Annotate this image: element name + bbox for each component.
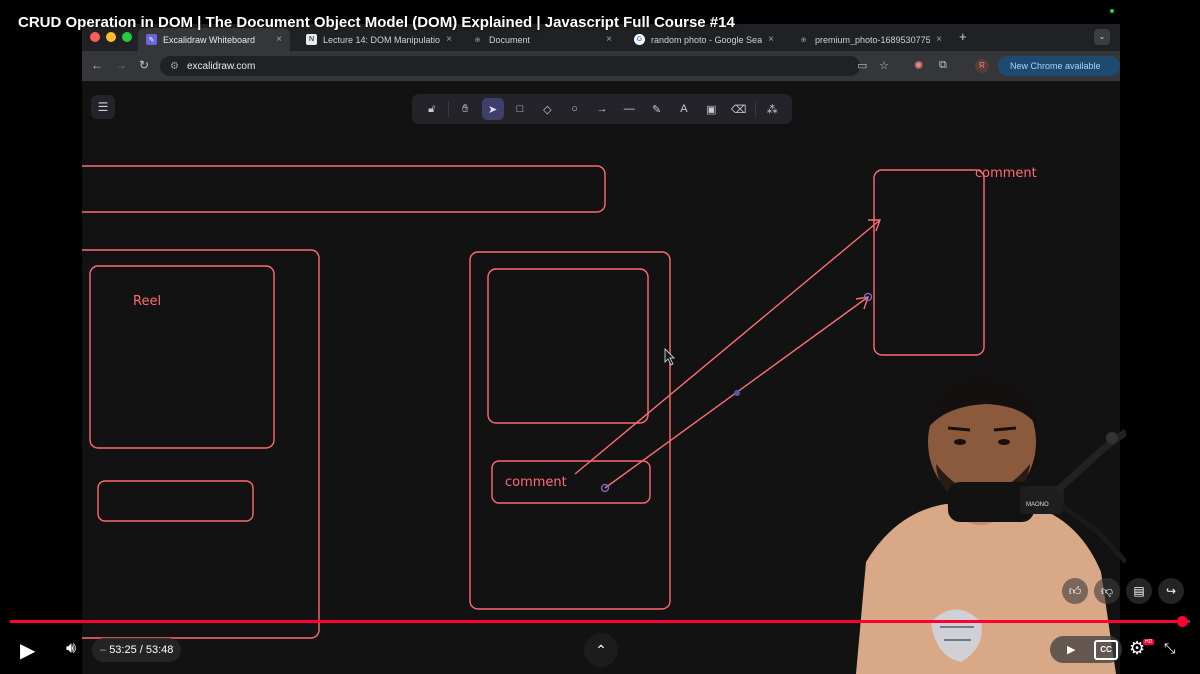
comment-panel-label: comment (975, 166, 1037, 181)
close-icon[interactable]: × (936, 34, 942, 45)
post-panel[interactable] (469, 251, 671, 610)
extensions-puzzle-icon[interactable]: ⧉ (939, 59, 947, 72)
close-window-button[interactable] (90, 32, 100, 42)
share-icon[interactable]: ↪ (1158, 578, 1184, 604)
extension-icon[interactable]: ✺ (914, 59, 923, 72)
progress-bar[interactable] (10, 616, 1190, 627)
feed-panel[interactable] (82, 249, 320, 639)
tab-lecture[interactable]: N Lecture 14: DOM Manipulation × (298, 28, 460, 51)
reel-label: Reel (133, 294, 161, 309)
browser-toolbar: ← → ↻ ⚙ excalidraw.com ▭ ☆ ✺ ⧉ R New Chr… (82, 51, 1120, 91)
chapter-up-icon[interactable]: ⌃ (584, 633, 618, 667)
reload-icon[interactable]: ↻ (139, 58, 149, 72)
close-icon[interactable]: × (606, 34, 612, 45)
close-icon[interactable]: × (446, 34, 452, 45)
comments-icon[interactable]: ▤ (1126, 578, 1152, 604)
status-dot (1110, 9, 1114, 13)
exit-fullscreen-icon[interactable]: ⤡ (1164, 640, 1175, 657)
play-icon[interactable]: ▶ (20, 638, 35, 663)
close-icon[interactable]: × (768, 34, 774, 45)
new-tab-button[interactable]: + (959, 29, 967, 44)
time-display: – 53:25 / 53:48 (92, 638, 182, 662)
google-favicon: G (634, 34, 645, 45)
side-actions: 👍︎ 👎︎ ▤ ↪ (1062, 578, 1194, 608)
minimize-window-button[interactable] (106, 32, 116, 42)
site-settings-icon[interactable]: ⚙ (170, 61, 179, 72)
close-icon[interactable]: × (276, 34, 282, 45)
notion-favicon: N (306, 34, 317, 45)
dislike-icon[interactable]: 👎︎ (1094, 578, 1120, 604)
small-box[interactable] (97, 480, 254, 522)
arrow-line[interactable] (574, 219, 881, 475)
back-icon[interactable]: ← (91, 58, 103, 72)
maximize-window-button[interactable] (122, 32, 132, 42)
captions-icon[interactable]: CC (1094, 640, 1118, 660)
bookmark-star-icon[interactable]: ☆ (879, 59, 889, 72)
autoplay-icon[interactable]: ▶ (1067, 643, 1075, 656)
presenter-webcam: MAONO (856, 376, 1126, 674)
forward-icon[interactable]: → (115, 58, 127, 72)
tab-excalidraw[interactable]: ✎ Excalidraw Whiteboard × (138, 28, 290, 51)
url-text: excalidraw.com (186, 60, 256, 72)
globe-favicon: ⊕ (474, 36, 481, 44)
tab-google-search[interactable]: G random photo - Google Search × (626, 28, 782, 51)
header-box[interactable] (82, 165, 606, 213)
progress-fill (10, 620, 1182, 623)
hd-badge: HD (1143, 639, 1155, 645)
reel-box[interactable] (89, 265, 275, 449)
update-chrome-button[interactable]: New Chrome available ⋮ (998, 56, 1120, 91)
volume-icon[interactable]: 🔊︎ (66, 640, 76, 658)
cast-icon[interactable]: ▭ (857, 59, 867, 72)
tab-document[interactable]: ⊕ Document × (464, 28, 620, 51)
excalidraw-favicon: ✎ (146, 34, 157, 45)
svg-text:MAONO: MAONO (1026, 502, 1049, 508)
arrow-midpoint-handle[interactable] (734, 390, 740, 396)
scrubber-handle[interactable] (1176, 616, 1188, 627)
like-icon[interactable]: 👍︎ (1062, 578, 1088, 604)
address-bar[interactable]: ⚙ excalidraw.com (160, 56, 860, 76)
tab-premium-photo[interactable]: ⊕ premium_photo-1689530775 × (790, 28, 950, 51)
tab-search-button[interactable]: ⌄ (1094, 29, 1110, 45)
globe-favicon: ⊕ (800, 36, 807, 44)
avatar[interactable]: R (975, 59, 989, 73)
video-title: CRUD Operation in DOM | The Document Obj… (18, 14, 735, 31)
post-image-box[interactable] (487, 268, 649, 424)
comment-box-label: comment (505, 475, 567, 490)
comment-panel[interactable] (873, 169, 985, 356)
